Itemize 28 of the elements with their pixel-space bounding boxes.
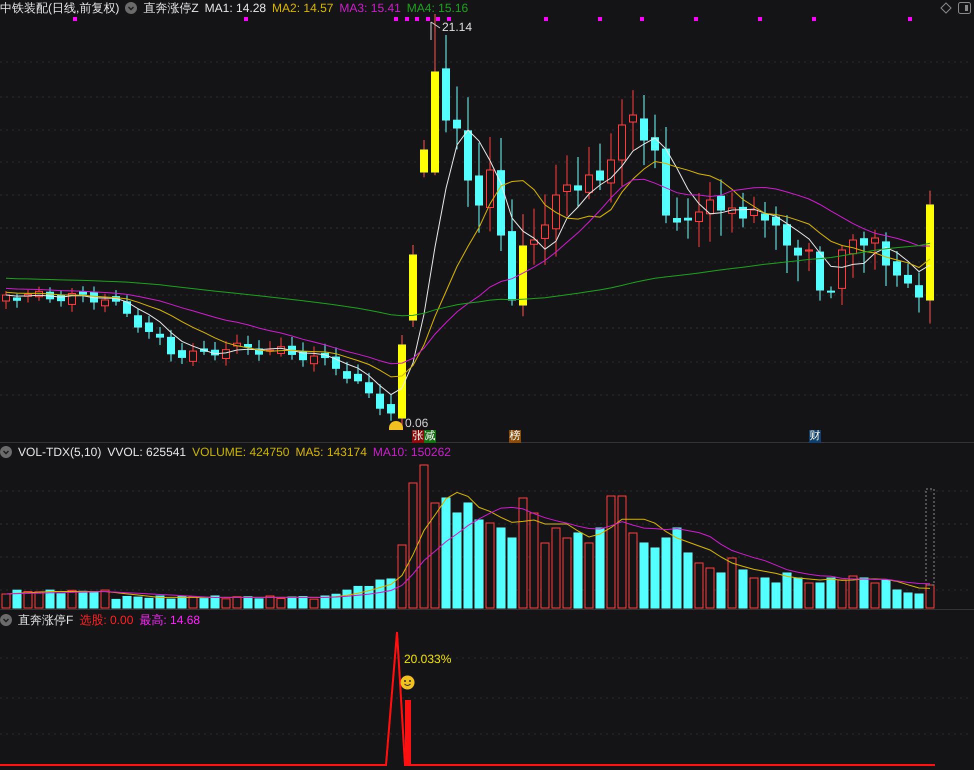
legend-value: MA5: 143174	[295, 444, 367, 461]
volume-indicator-name: VOL-TDX(5,10)	[18, 444, 102, 461]
event-tag[interactable]: 财	[809, 430, 821, 443]
diamond-icon[interactable]	[940, 2, 952, 14]
stock-title: 中铁装配(日线,前复权)	[0, 0, 120, 16]
legend-value: 选股: 0.00	[79, 612, 134, 629]
signal-percent-label: 20.033%	[404, 651, 452, 668]
event-tag[interactable]: 榜	[509, 430, 521, 443]
panel-toggle-icon[interactable]	[958, 2, 971, 14]
indicator-name: 直奔涨停Z	[143, 0, 199, 16]
legend-value: VOLUME: 424750	[192, 444, 290, 461]
legend-value: MA2: 14.57	[272, 0, 334, 16]
signal-bar	[405, 700, 411, 765]
signal-indicator-name: 直奔涨停F	[18, 612, 74, 629]
event-tag[interactable]: 减	[424, 430, 436, 443]
pointer-arrow	[430, 22, 440, 40]
dropdown-icon[interactable]	[0, 614, 12, 626]
legend-value: MA4: 15.16	[406, 0, 468, 16]
legend-value: MA3: 15.41	[339, 0, 401, 16]
low-price-label: 0.06	[405, 415, 428, 430]
legend-value: 最高: 14.68	[139, 612, 200, 629]
high-price-label: 21.14	[442, 19, 472, 36]
event-tag[interactable]: 张	[412, 430, 424, 443]
dropdown-icon[interactable]	[125, 2, 138, 14]
legend-value: VVOL: 625541	[107, 444, 186, 461]
legend-value: MA1: 14.28	[204, 0, 266, 16]
legend-value: MA10: 150262	[372, 444, 451, 461]
dropdown-icon[interactable]	[0, 446, 12, 458]
